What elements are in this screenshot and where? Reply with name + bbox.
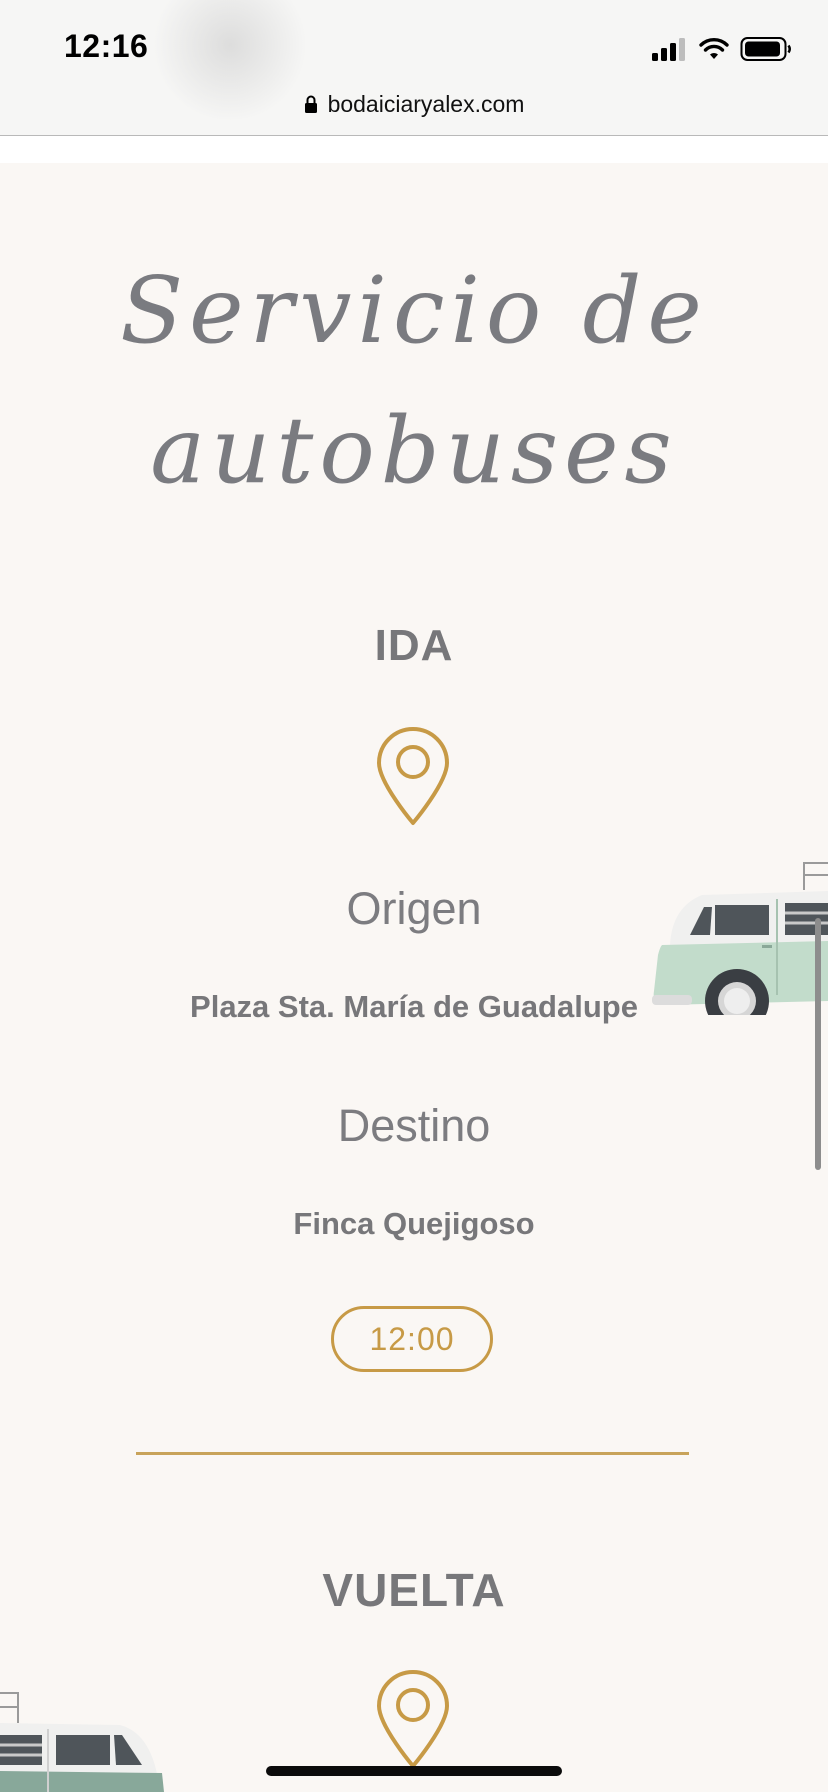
- page-top-strip: [0, 136, 828, 163]
- destination-label: Destino: [337, 1100, 491, 1151]
- location-pin-icon: [377, 727, 449, 825]
- wifi-icon: [699, 38, 729, 59]
- status-icons: [650, 36, 792, 62]
- camper-van-illustration: [652, 862, 828, 1015]
- camper-van-illustration: [0, 1692, 164, 1792]
- home-indicator[interactable]: [266, 1766, 562, 1776]
- url-text[interactable]: bodaiciaryalex.com: [328, 91, 525, 118]
- bus-service-section: Servicio de autobuses IDA Origen Plaza S…: [0, 163, 828, 1792]
- destination-place: Finca Quejigoso: [293, 1206, 535, 1241]
- ida-heading: IDA: [374, 621, 454, 670]
- page-title-line2: autobuses: [150, 397, 678, 504]
- departure-time-badge: 12:00: [331, 1306, 493, 1372]
- url-bar[interactable]: bodaiciaryalex.com: [0, 84, 828, 124]
- page-title-line1: Servicio de: [120, 257, 708, 364]
- status-time: 12:16: [64, 28, 149, 64]
- battery-icon: [740, 37, 791, 61]
- location-pin-icon: [377, 1670, 449, 1768]
- browser-top-bar: 12:16 bodaiciaryalex.com: [0, 0, 828, 136]
- page-title: Servicio de autobuses: [0, 241, 828, 521]
- signal-icon: [652, 38, 685, 61]
- section-divider: [136, 1452, 689, 1455]
- vuelta-heading: VUELTA: [322, 1564, 506, 1616]
- scrollbar[interactable]: [815, 918, 821, 1170]
- lock-icon: [304, 95, 317, 113]
